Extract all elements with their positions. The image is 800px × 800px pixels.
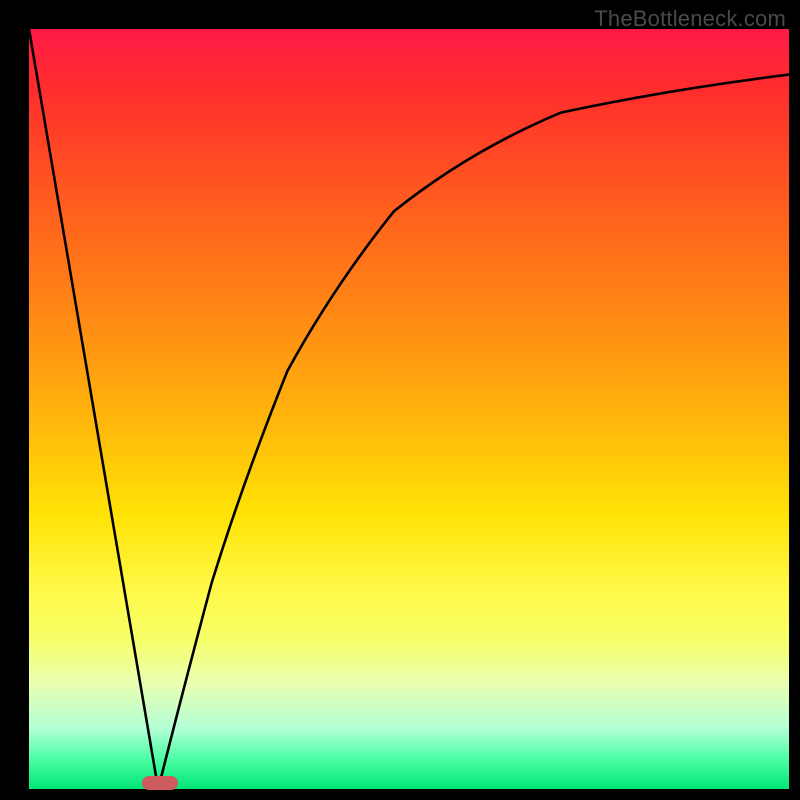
optimal-marker: [142, 776, 178, 790]
curve-right-segment: [158, 75, 789, 789]
curve-left-segment: [29, 29, 158, 789]
chart-frame: TheBottleneck.com: [0, 0, 800, 800]
bottleneck-curve: [29, 29, 789, 789]
watermark-text: TheBottleneck.com: [594, 6, 786, 32]
plot-area: [29, 29, 789, 789]
